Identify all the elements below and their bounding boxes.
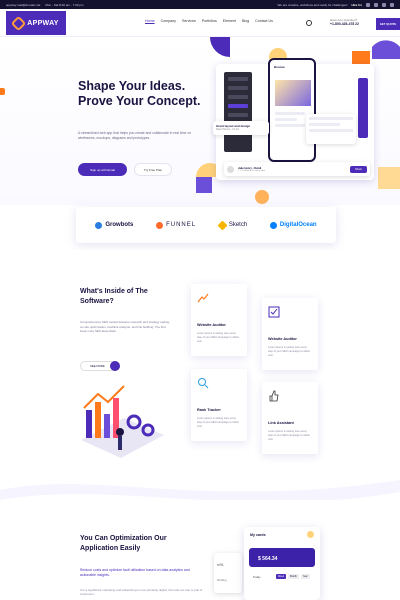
today-select[interactable]: Today (253, 575, 260, 579)
checklist-icon (268, 306, 280, 318)
chip-month[interactable]: Month (288, 574, 299, 579)
analytics-illustration (81, 385, 164, 458)
avatar (227, 165, 234, 173)
see-more-button[interactable]: SEE MORE (80, 361, 120, 371)
partner-sketch[interactable]: Sketch (217, 220, 247, 230)
mockup-sidebar (224, 72, 252, 152)
side-tab-marker[interactable] (0, 88, 5, 95)
search-icon (198, 378, 209, 389)
phone-artwork (275, 80, 311, 106)
chart-up-icon (197, 293, 209, 303)
hire-us-link[interactable]: Hire Us (351, 3, 362, 7)
nav-portfolios[interactable]: Portfolios (202, 19, 217, 23)
share-button[interactable]: Share (350, 165, 367, 173)
main-header: APPWAY Home Company Services Portfolios … (0, 9, 400, 37)
nav-services[interactable]: Services (182, 19, 196, 23)
signup-email-button[interactable]: Sign up with Email (78, 163, 127, 176)
arrow-right-icon (110, 361, 120, 371)
thumbs-up-icon (269, 390, 279, 402)
stat-card: 55% Working (214, 553, 242, 593)
instagram-icon[interactable] (390, 2, 394, 7)
optimization-title: You Can Optimization Our Application Eas… (80, 535, 167, 552)
hours-text: Mon - Sat 8.00 am - 7.00 pm (45, 2, 84, 7)
site-logo[interactable]: APPWAY (6, 11, 66, 35)
wallet-title: My cards (250, 533, 266, 537)
stat-unit: % (219, 562, 224, 567)
partner-growbots[interactable]: Growbots (95, 221, 133, 229)
avatar (307, 531, 314, 538)
nav-company[interactable]: Company (161, 19, 176, 23)
credit-card[interactable]: $ 564.34 (249, 548, 315, 567)
facebook-icon[interactable] (366, 2, 370, 7)
review-popup: Great layout and design Rosa Harrow - 3.… (213, 121, 269, 135)
phone-title: Browse (274, 65, 285, 69)
hero-text: A streamlined web app that helps you cre… (78, 131, 192, 140)
try-free-button[interactable]: Try Free Plan (134, 163, 172, 176)
nav-contact[interactable]: Contact Us (255, 19, 273, 23)
partner-digitalocean[interactable]: DigitalOcean (269, 221, 317, 229)
phone-number[interactable]: +1-800-426-478 22 (330, 22, 359, 26)
popup-subtitle: Rosa Harrow - 3.1.2d (216, 128, 239, 131)
digitalocean-icon (269, 221, 277, 229)
main-nav: Home Company Services Portfolios Element… (145, 19, 273, 23)
hero-title: Shape Your Ideas. Prove Your Concept. (78, 79, 201, 108)
feature-card[interactable]: Website Auditor Lorem Ipsum is setting s… (191, 284, 247, 356)
funnel-icon (156, 221, 164, 229)
twitter-icon[interactable] (374, 2, 378, 7)
partner-funnel[interactable]: FUNNEL (156, 221, 196, 229)
bar-info: 1.1.2D Added 05 Hours Ago (238, 169, 266, 172)
nav-element[interactable]: Element (223, 19, 236, 23)
top-info-bar: appway.mail@domain.net Mon - Sat 8.00 am… (0, 0, 400, 9)
features-text: Comprehensive SEO toolset features resea… (80, 320, 170, 334)
features-title: What's Inside of The Software? (80, 288, 148, 305)
stat-label: Working (217, 579, 227, 582)
search-icon[interactable] (306, 20, 312, 26)
mockup-bottom-bar: Jake Henry • Detail 1.1.2D Added 05 Hour… (224, 162, 370, 176)
sketch-icon (217, 220, 228, 230)
chip-week[interactable]: Week (276, 574, 287, 579)
get-quote-button[interactable]: GET QUOTE (376, 18, 400, 30)
feature-card[interactable]: Website Auditor Lorem Ipsum is setting s… (262, 298, 318, 370)
phone-info: Have Any Question? +1-800-426-478 22 (330, 18, 359, 26)
wallet-card-ui: My cards $ 564.34 Today Week Month Year (244, 527, 320, 600)
period-chips: Week Month Year (276, 574, 310, 579)
chip-year[interactable]: Year (300, 574, 310, 579)
chat-panel (306, 114, 356, 144)
email-link[interactable]: appway.mail@domain.net (6, 3, 40, 7)
growbots-icon (95, 221, 103, 229)
optimization-body: It is a significant marketing and advert… (80, 588, 203, 596)
linkedin-icon[interactable] (382, 2, 386, 7)
optimization-section: You Can Optimization Our Application Eas… (0, 500, 400, 600)
nav-home[interactable]: Home (145, 19, 155, 23)
logo-mark-icon (10, 15, 27, 31)
nav-blog[interactable]: Blog (242, 19, 249, 23)
optimization-highlight: Reduce costs and optimize fault utilizat… (80, 568, 190, 577)
partner-logos: Growbots FUNNEL Sketch DigitalOcean (76, 207, 336, 243)
phone-mockup: Browse (268, 58, 316, 162)
mockup-toolbar (358, 78, 368, 138)
tagline-text: We are creative, ambitious and ready for… (277, 2, 348, 7)
feature-card[interactable]: Rank Tracker Lorem Ipsum is setting sure… (191, 369, 247, 441)
logo-text: APPWAY (27, 19, 59, 27)
feature-card[interactable]: Link Assistant Lorem Ipsum is setting su… (262, 382, 318, 454)
